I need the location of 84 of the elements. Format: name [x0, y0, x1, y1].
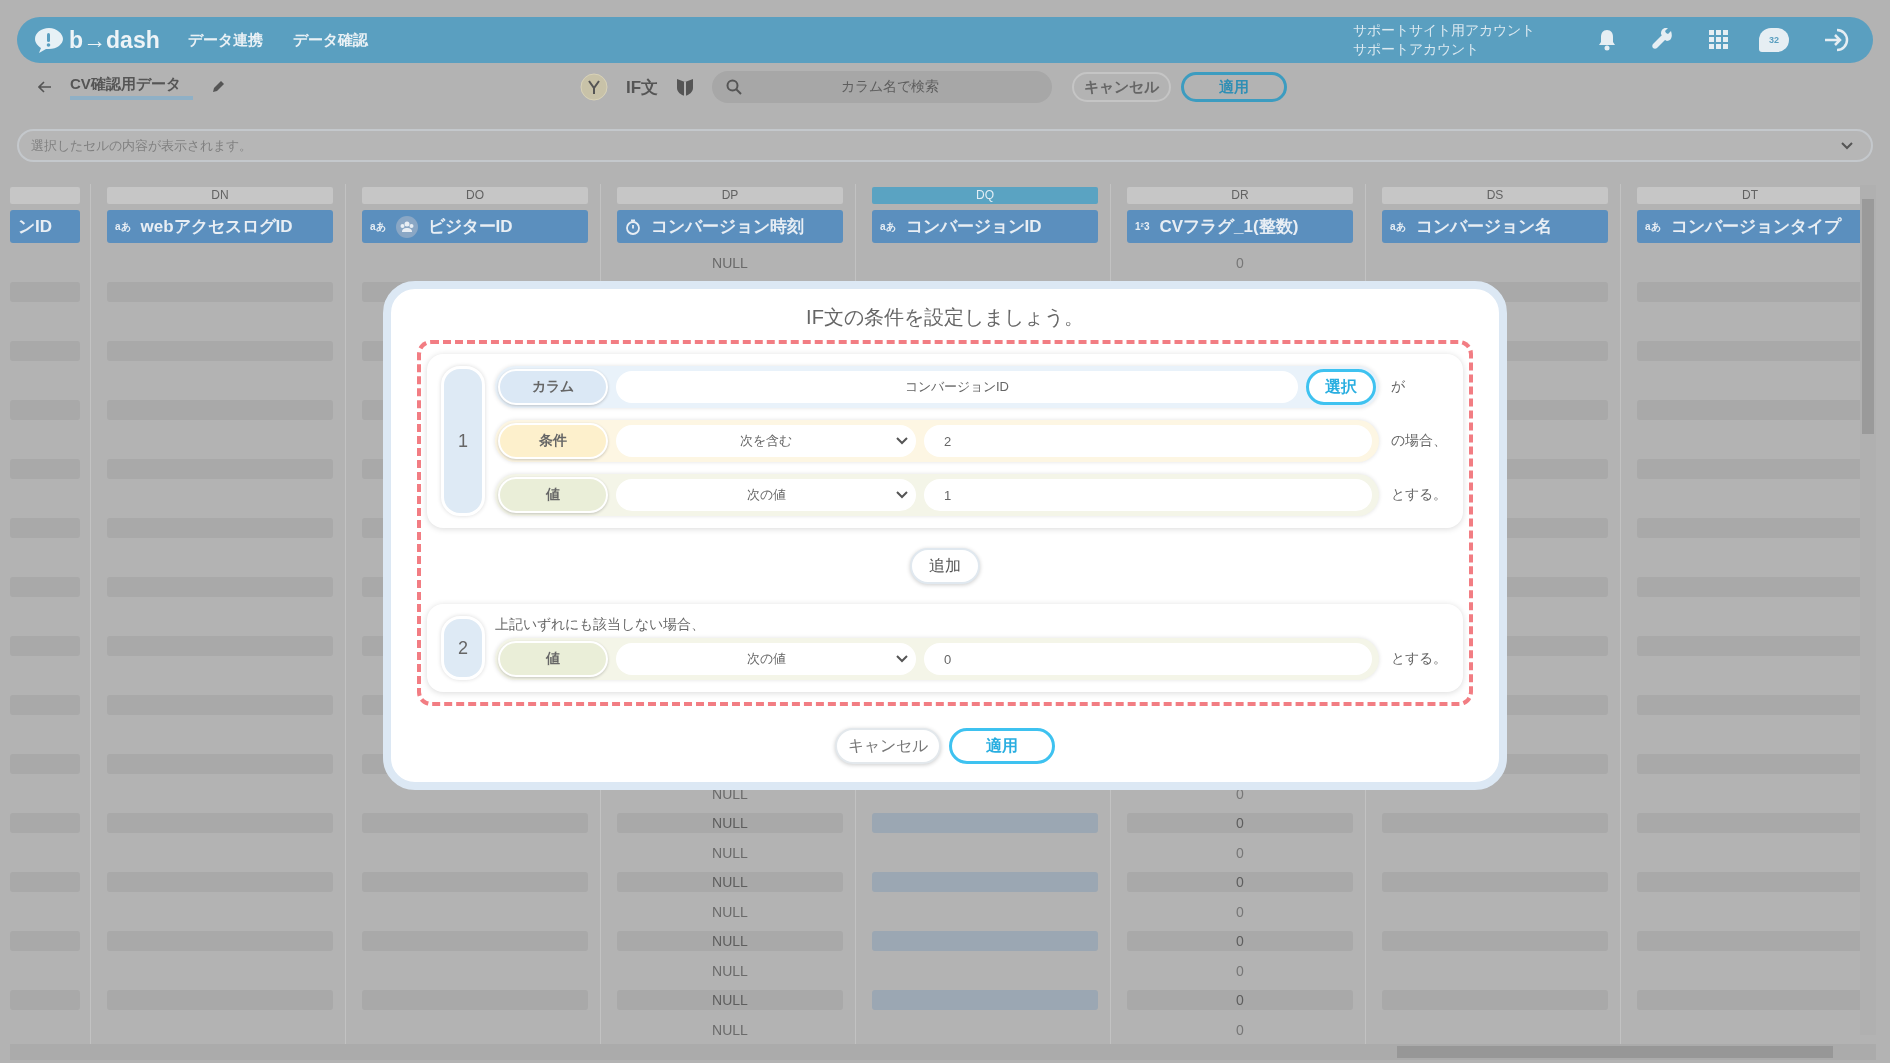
field-label: カラム [498, 369, 608, 405]
table-cell: NULL [712, 962, 748, 979]
row-suffix: とする。 [1391, 650, 1447, 668]
table-cell: NULL [712, 1021, 748, 1038]
people-icon [395, 215, 418, 238]
column-header[interactable]: コンバージョン時刻 [617, 210, 843, 243]
table-cell: 0 [1236, 1021, 1244, 1038]
column-header[interactable]: aあ コンバージョンID [872, 210, 1098, 243]
cancel-button[interactable]: キャンセル [835, 728, 941, 764]
else-note: 上記いずれにも該当しない場合、 [495, 616, 706, 634]
wrench-icon[interactable] [1651, 28, 1675, 52]
table-cell: NULL [617, 813, 843, 834]
account-name: サポートアカウント [1353, 40, 1480, 59]
caret-icon [1841, 141, 1853, 150]
bell-icon[interactable] [1597, 29, 1617, 51]
table-cell: 0 [1236, 903, 1244, 920]
table-cell: NULL [617, 872, 843, 893]
nav-link[interactable]: データ連携 [187, 30, 263, 50]
caret-icon [896, 437, 908, 445]
add-button[interactable]: 追加 [910, 548, 980, 584]
row-suffix: が [1391, 378, 1405, 396]
column-header[interactable]: aあ webアクセスログID [107, 210, 333, 243]
dataset-title: CV確認用データ [70, 74, 193, 100]
select-button[interactable]: 選択 [1306, 369, 1376, 405]
table-cell: 0 [1236, 844, 1244, 861]
clock-icon [625, 218, 641, 235]
condition-number: 2 [441, 616, 485, 680]
column-letter[interactable]: DT [1637, 187, 1863, 204]
condition-number: 1 [441, 366, 485, 516]
table-cell: 0 [1127, 813, 1353, 834]
logout-icon[interactable] [1823, 28, 1851, 52]
logo[interactable]: b→dash [69, 26, 160, 54]
table-cell: NULL [712, 844, 748, 861]
column-header[interactable]: ンID [10, 210, 80, 243]
search-field[interactable]: カラム名で検索 [712, 71, 1053, 103]
table-cell: 0 [1236, 254, 1244, 271]
cancel-button[interactable]: キャンセル [1072, 72, 1172, 102]
speech-bubble-icon [33, 26, 65, 54]
chat-button[interactable]: 32 [1759, 28, 1789, 52]
column-letter[interactable]: DP [617, 187, 843, 204]
row-suffix: とする。 [1391, 486, 1447, 504]
value-field[interactable]: 0 [924, 643, 1372, 675]
value-field[interactable]: 2 [924, 425, 1372, 457]
table-cell: 0 [1127, 872, 1353, 893]
table-cell: 0 [1127, 990, 1353, 1011]
field-label: 条件 [498, 423, 608, 459]
nav-link[interactable]: データ確認 [292, 30, 368, 50]
dialog-title: IF文の条件を設定しましょう。 [805, 305, 1085, 330]
table-cell: 0 [1236, 962, 1244, 979]
column-field[interactable]: コンバージョンID [616, 371, 1298, 403]
dropdown[interactable]: 次を含む [616, 425, 916, 457]
table-cell: NULL [617, 931, 843, 952]
horizontal-scrollbar[interactable] [10, 1044, 1876, 1060]
grid-icon[interactable] [1709, 30, 1729, 50]
column-letter[interactable]: DN [107, 187, 333, 204]
table-cell: NULL [712, 903, 748, 920]
caret-icon [896, 655, 908, 663]
column-header[interactable]: 1²3 CVフラグ_1(整数) [1127, 210, 1353, 243]
branch-icon[interactable] [580, 73, 608, 101]
search-icon [726, 79, 743, 95]
field-label: 値 [498, 641, 608, 677]
table-cell: NULL [617, 990, 843, 1011]
pencil-icon[interactable] [210, 80, 225, 94]
column-letter[interactable]: DO [362, 187, 588, 204]
mode-label: IF文 [626, 76, 659, 99]
apply-button[interactable]: 適用 [1181, 72, 1288, 102]
value-field[interactable]: 1 [924, 479, 1372, 511]
column-letter[interactable]: DS [1382, 187, 1608, 204]
column-header[interactable]: aあ ビジターID [362, 210, 588, 243]
apply-button[interactable]: 適用 [949, 728, 1055, 764]
shield-icon[interactable] [676, 77, 695, 97]
caret-icon [896, 491, 908, 499]
column-header[interactable]: aあ コンバージョン名 [1382, 210, 1608, 243]
column-header[interactable]: aあ コンバージョンタイプ [1637, 210, 1863, 243]
table-cell: NULL [712, 254, 748, 271]
field-label: 値 [498, 477, 608, 513]
column-letter[interactable]: DR [1127, 187, 1353, 204]
row-suffix: の場合、 [1391, 432, 1447, 450]
column-letter[interactable]: DQ [872, 187, 1098, 204]
dropdown[interactable]: 次の値 [616, 643, 916, 675]
account-name: サポートサイト用アカウント [1353, 21, 1535, 40]
table-cell: 0 [1127, 931, 1353, 952]
dropdown[interactable]: 次の値 [616, 479, 916, 511]
back-arrow-icon[interactable] [38, 81, 52, 93]
